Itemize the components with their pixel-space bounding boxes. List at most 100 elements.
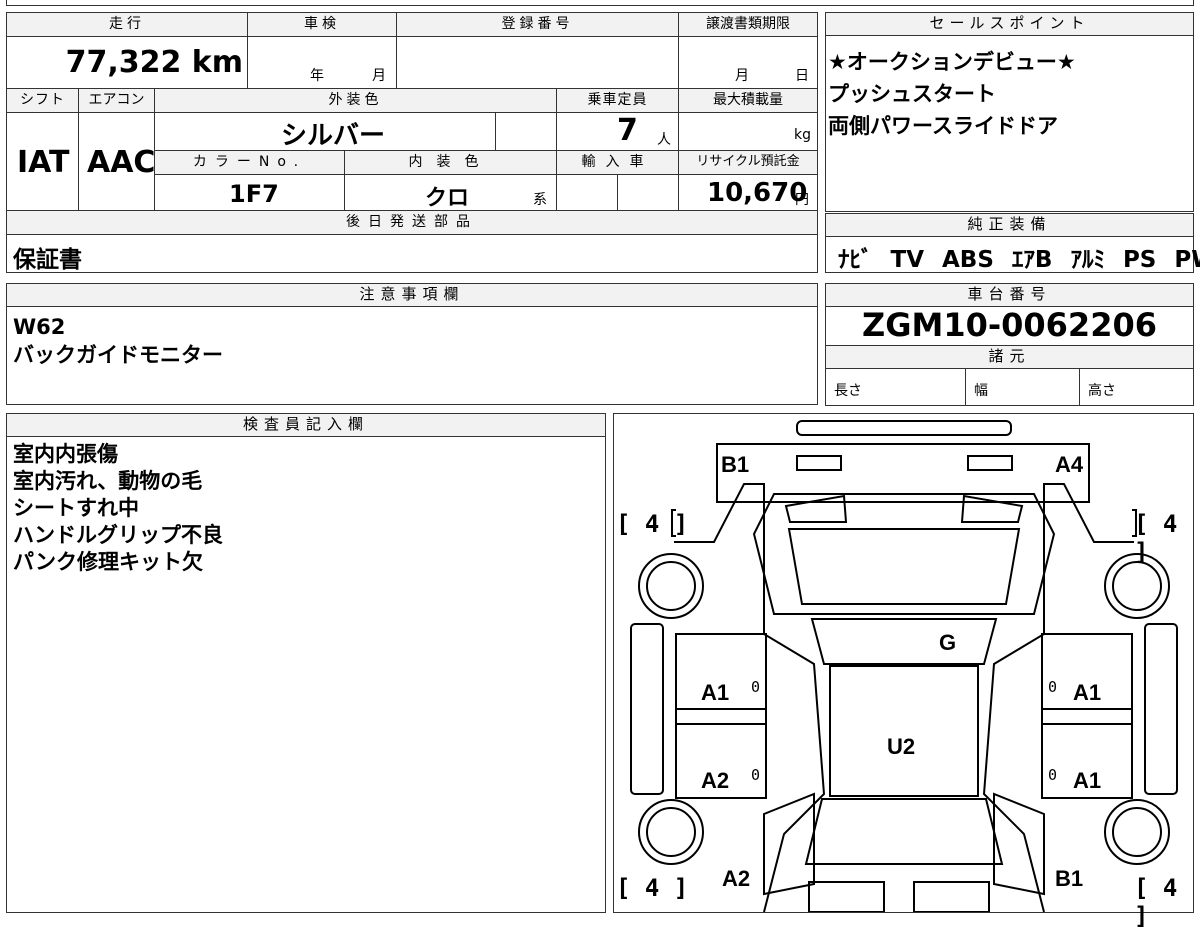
genuine-equipment-header: 純正装備: [826, 214, 1193, 237]
interior-color-suffix: 系: [533, 192, 547, 208]
damage-zero-rf: 0: [1048, 678, 1058, 696]
header-interior-color: 内装色: [345, 151, 557, 175]
inspector-line: ハンドルグリップ不良: [13, 523, 223, 547]
recycle-unit: 円: [795, 192, 809, 208]
import-cell-b: [618, 175, 679, 211]
import-cell-a: [557, 175, 618, 211]
header-recycle: リサイクル預託金: [679, 151, 817, 175]
max-load-unit: kg: [794, 127, 811, 143]
interior-color-value: クロ: [425, 186, 470, 211]
shift-cell: IAT: [7, 113, 79, 211]
header-mileage: 走行: [7, 13, 248, 37]
inspection-month-unit: 月: [372, 68, 386, 84]
exterior-color-extra-cell: [496, 113, 557, 151]
genuine-equipment-value: ﾅﾋﾞ TV ABS ｴｱB ｱﾙﾐ PS PW: [838, 247, 1200, 273]
interior-color-cell: クロ 系: [345, 175, 557, 211]
color-no-value: 1F7: [229, 180, 279, 208]
sales-point-item: 両側パワースライドドア: [828, 114, 1058, 138]
tire-tread-rear-left: [ 4 ]: [616, 874, 689, 902]
damage-label-rear-right: B1: [1055, 866, 1084, 891]
inspector-list: 室内内張傷 室内汚れ、動物の毛 シートすれ中 ハンドルグリップ不良 パンク修理キ…: [7, 437, 605, 576]
damage-diagram-panel: B1 A4 G A1 0 A1 0 U2 A2 0 A1 0 A2 B1 [ 4…: [613, 413, 1194, 930]
damage-label-rear-left: A2: [722, 866, 751, 891]
max-load-cell: kg: [679, 113, 817, 151]
damage-label-front-right: A4: [1055, 452, 1084, 477]
spec-width-label: 幅: [974, 383, 988, 399]
damage-zero-rr: 0: [1048, 766, 1058, 784]
inspector-line: パンク修理キット欠: [13, 550, 204, 574]
transfer-month-unit: 月: [735, 68, 749, 84]
damage-zero-lf: 0: [751, 678, 761, 696]
spec-length: 長さ: [826, 368, 966, 405]
aircon-cell: AAC: [79, 113, 155, 211]
spec-height: 高さ: [1080, 368, 1193, 405]
exterior-color-cell: シルバー: [155, 113, 496, 151]
damage-label-g: G: [939, 630, 957, 655]
header-max-load: 最大積載量: [679, 89, 817, 113]
genuine-equipment-panel: 純正装備 ﾅﾋﾞ TV ABS ｴｱB ｱﾙﾐ PS PW: [825, 213, 1200, 273]
spec-height-label: 高さ: [1088, 383, 1116, 399]
inspection-cell: 年 月: [248, 37, 397, 89]
inspector-line: シートすれ中: [13, 496, 139, 520]
header-transfer-deadline: 譲渡書類期限: [679, 13, 817, 37]
damage-label-right-rear-door: A1: [1073, 768, 1102, 793]
mileage-cell: 77,322 km: [7, 37, 248, 89]
tire-tread-rear-right: [ 4 ]: [1134, 874, 1178, 930]
inspector-line: 室内内張傷: [13, 442, 118, 466]
header-later-parts: 後日発送部品: [7, 211, 817, 235]
header-capacity: 乗車定員: [557, 89, 679, 113]
note-line: W62: [13, 315, 66, 339]
transfer-deadline-cell: 月 日: [679, 37, 817, 89]
top-stub-strip: [6, 0, 1194, 6]
damage-label-left-front-door: A1: [701, 680, 730, 705]
mileage-value: 77,322 km: [65, 45, 243, 80]
tire-tread-front-left: [ 4 ]: [616, 510, 689, 538]
specs-header: 諸元: [826, 345, 1193, 369]
spec-table: 走行 車検 登録番号 譲渡書類期限 77,322 km 年 月 月 日 シフト …: [6, 12, 818, 273]
header-shift: シフト: [7, 89, 79, 113]
color-no-cell: 1F7: [155, 175, 345, 211]
later-parts-cell: 保証書: [7, 235, 817, 273]
damage-label-right-front-door: A1: [1073, 680, 1102, 705]
header-color-no: カラーNo.: [155, 151, 345, 175]
aircon-value: AAC: [87, 145, 156, 180]
header-exterior-color: 外装色: [155, 89, 557, 113]
inspection-year-unit: 年: [310, 68, 324, 84]
header-inspection: 車検: [248, 13, 397, 37]
shift-value: IAT: [17, 145, 70, 180]
tire-tread-front-right: [ 4 ]: [1134, 510, 1178, 566]
chassis-header: 車台番号: [826, 284, 1193, 307]
exterior-color-value: シルバー: [281, 121, 386, 151]
registration-cell: [397, 37, 679, 89]
notes-header: 注意事項欄: [7, 284, 817, 307]
transfer-day-unit: 日: [795, 68, 809, 84]
recycle-value: 10,670: [707, 178, 808, 208]
capacity-cell: 7 人: [557, 113, 679, 151]
damage-label-left-rear-door: A2: [701, 768, 730, 793]
chassis-panel: 車台番号 ZGM10-0062206 諸元 長さ 幅 高さ: [825, 283, 1194, 406]
sales-points-list: ★オークションデビュー★ プッシュスタート 両側パワースライドドア: [826, 36, 1193, 142]
car-outline: [630, 420, 1178, 912]
note-line: バックガイドモニター: [13, 343, 223, 367]
damage-label-roof: U2: [887, 734, 916, 759]
header-aircon: エアコン: [79, 89, 155, 113]
capacity-unit: 人: [657, 132, 671, 148]
spec-length-label: 長さ: [834, 383, 862, 399]
sales-points-header: セールスポイント: [826, 13, 1193, 36]
capacity-value: 7: [617, 113, 638, 148]
sales-point-item: ★オークションデビュー★: [828, 50, 1076, 74]
sales-point-item: プッシュスタート: [828, 82, 996, 106]
sales-points-panel: セールスポイント ★オークションデビュー★ プッシュスタート 両側パワースライド…: [825, 12, 1194, 212]
inspector-panel: 検査員記入欄 室内内張傷 室内汚れ、動物の毛 シートすれ中 ハンドルグリップ不良…: [6, 413, 606, 913]
damage-zero-lr: 0: [751, 766, 761, 784]
recycle-cell: 10,670 円: [679, 175, 817, 211]
spec-width: 幅: [966, 368, 1080, 405]
header-registration: 登録番号: [397, 13, 679, 37]
header-import: 輸入車: [557, 151, 679, 175]
chassis-number: ZGM10-0062206: [862, 306, 1157, 344]
inspector-header: 検査員記入欄: [7, 414, 605, 437]
notes-list: W62 バックガイドモニター: [7, 307, 817, 369]
notes-panel: 注意事項欄 W62 バックガイドモニター: [6, 283, 818, 405]
later-parts-value: 保証書: [13, 247, 82, 273]
damage-label-front-left: B1: [721, 452, 750, 477]
